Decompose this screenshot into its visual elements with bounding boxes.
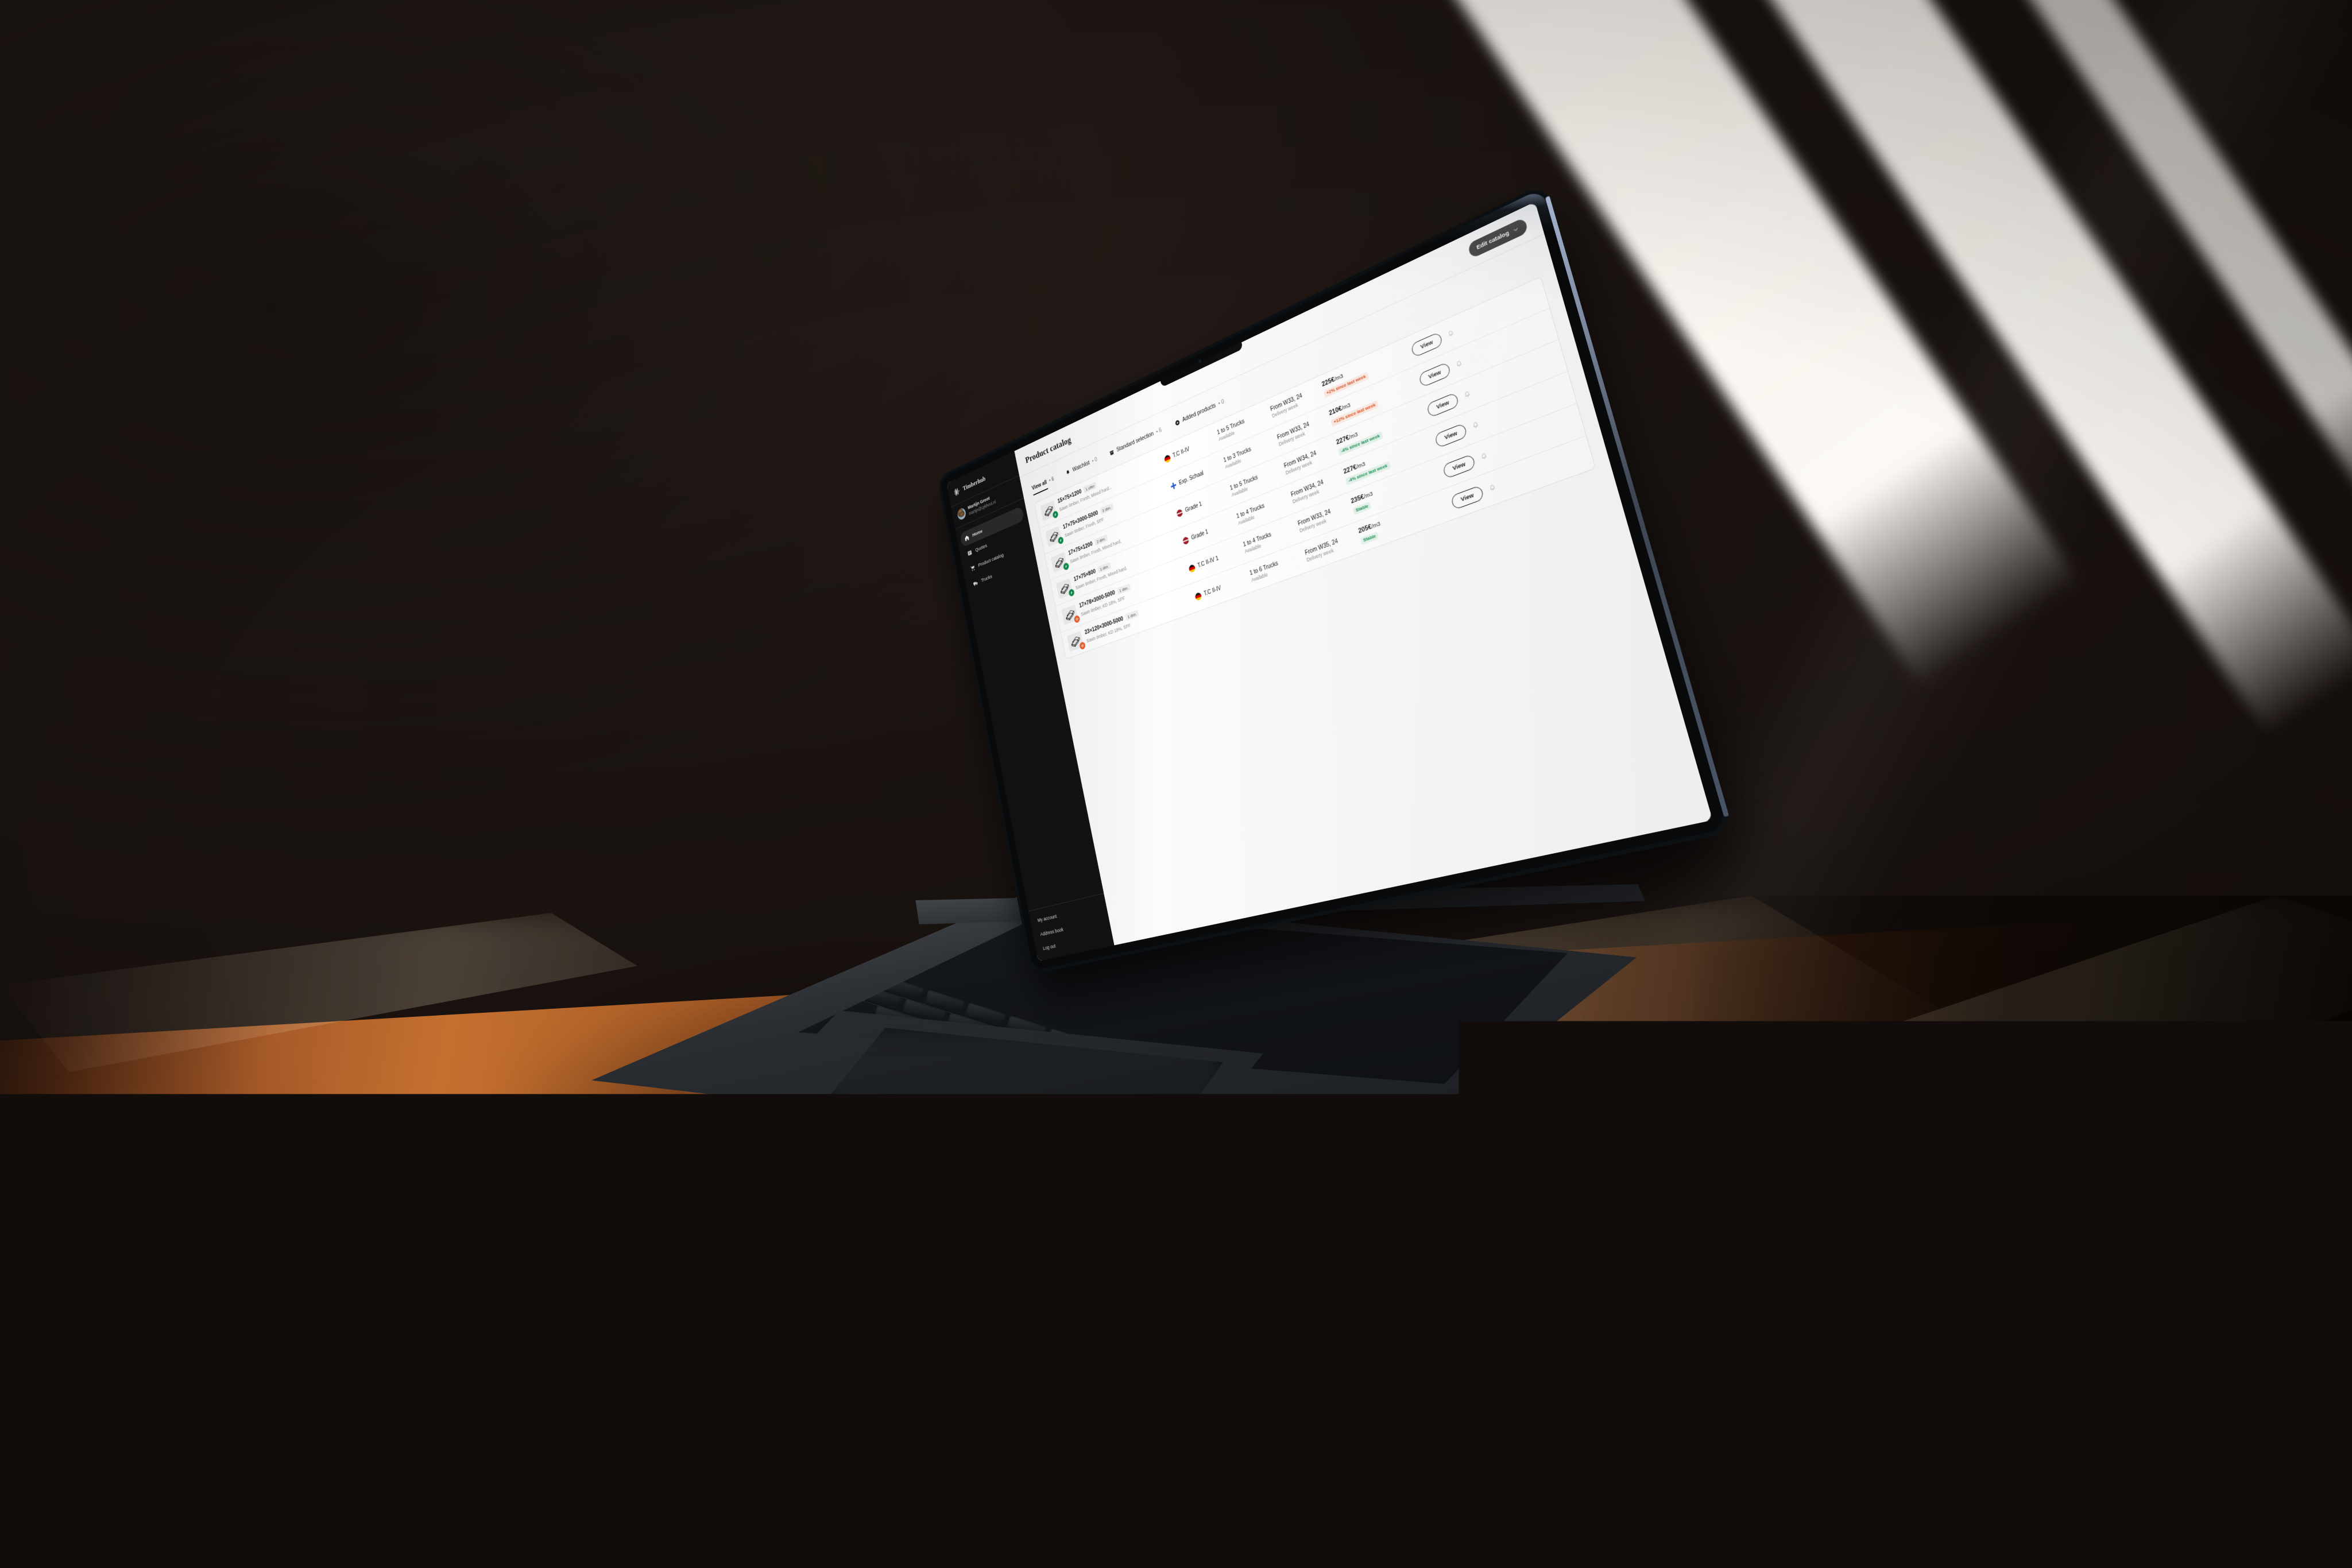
timber-stack-icon — [1056, 578, 1073, 599]
grade-label: T.C II-IV — [1173, 446, 1190, 459]
watchlist-bell-button[interactable] — [1446, 328, 1455, 339]
tab-count: 6 — [1158, 427, 1162, 434]
price-trend-badge: Stable — [1352, 501, 1371, 515]
flag-lv-icon — [1182, 536, 1190, 545]
view-button[interactable]: View — [1434, 423, 1468, 448]
product-variant-pill: 3 dim. — [1100, 503, 1113, 514]
grade-label: Grade 1 — [1185, 501, 1202, 513]
tab-view-all[interactable]: View all • 6 — [1031, 476, 1055, 495]
plus-circle-icon — [1174, 419, 1181, 427]
box-icon — [1109, 449, 1115, 456]
flag-eu-plus-icon — [1170, 481, 1177, 490]
timber-stack-icon — [1067, 631, 1084, 652]
sidebar-item-label: Home — [972, 528, 983, 538]
view-button[interactable]: View — [1450, 485, 1484, 510]
truck-icon — [973, 579, 978, 587]
fsc-leaf-badge-icon — [1058, 536, 1064, 545]
laptop: Timberhub Martijn Groot martijn@cpkhout.… — [0, 0, 2352, 1568]
tab-label: Added products — [1182, 402, 1216, 423]
app-main: Product catalog Edit catalog View all • … — [1014, 202, 1712, 945]
grade-label: T.C II-IV — [1204, 584, 1222, 597]
fsc-leaf-badge-icon — [1063, 562, 1069, 571]
tab-count: 0 — [1094, 456, 1098, 463]
chevron-down-icon — [1512, 226, 1519, 234]
price-trend-badge: Stable — [1360, 531, 1379, 544]
sidebar-item-label: Trucks — [981, 574, 992, 583]
watchlist-bell-button[interactable] — [1480, 451, 1489, 462]
laptop-lid: Timberhub Martijn Groot martijn@cpkhout.… — [939, 188, 1727, 970]
flag-de-icon — [1194, 591, 1202, 601]
home-icon — [964, 534, 970, 543]
watchlist-bell-button[interactable] — [1454, 359, 1463, 369]
photo-scene: Timberhub Martijn Groot martijn@cpkhout.… — [0, 0, 2352, 1568]
watchlist-bell-button[interactable] — [1471, 420, 1480, 431]
timberhub-burst-logo-icon — [953, 486, 961, 498]
view-button[interactable]: View — [1418, 361, 1451, 387]
tab-count: 6 — [1051, 476, 1055, 482]
watchlist-bell-button[interactable] — [1463, 390, 1472, 400]
view-button[interactable]: View — [1442, 454, 1476, 479]
view-button[interactable]: View — [1426, 392, 1460, 417]
view-button[interactable]: View — [1410, 331, 1443, 358]
timber-stack-icon — [1051, 552, 1067, 572]
brand-name: Timberhub — [962, 475, 986, 493]
timber-stack-icon — [1046, 526, 1062, 547]
tab-label: Standard selection — [1116, 431, 1154, 453]
sidebar-link-log-out[interactable]: Log out — [1042, 932, 1105, 951]
timber-stack-icon — [1040, 500, 1057, 521]
watchlist-bell-button[interactable] — [1488, 483, 1497, 493]
key[interactable] — [1354, 1172, 1406, 1202]
grade-label: Grade 1 — [1191, 529, 1209, 541]
grade-label: T.C II-IV 1 — [1197, 555, 1219, 569]
tab-label: Watchlist — [1072, 460, 1090, 473]
fsc-leaf-badge-icon — [1052, 510, 1058, 519]
product-variant-pill: 1 dim. — [1117, 583, 1131, 595]
bell-icon — [1065, 469, 1071, 476]
tab-label: View all — [1031, 479, 1047, 491]
timber-stack-icon — [1061, 605, 1078, 625]
flag-lv-icon — [1176, 508, 1183, 517]
grade-label: Exp. Schaal — [1178, 470, 1204, 486]
screen-viewport: Timberhub Martijn Groot martijn@cpkhout.… — [946, 202, 1713, 961]
avatar — [957, 507, 966, 521]
kiln-dried-sun-badge-icon — [1079, 641, 1086, 650]
kiln-dried-sun-badge-icon — [1074, 615, 1081, 624]
product-variant-pill: 1 dim. — [1125, 610, 1139, 621]
laptop-lid-wrapper: Timberhub Martijn Groot martijn@cpkhout.… — [887, 342, 1634, 901]
quotes-icon — [967, 549, 973, 557]
key[interactable] — [1342, 1184, 1407, 1218]
fsc-leaf-badge-icon — [1068, 589, 1075, 597]
edit-catalog-label: Edit catalog — [1476, 230, 1510, 251]
tab-count: 0 — [1221, 398, 1225, 405]
flag-de-icon — [1188, 563, 1196, 572]
sidebar-item-label: Quotes — [975, 543, 988, 553]
cart-icon — [970, 564, 976, 572]
flag-de-icon — [1164, 454, 1171, 463]
key[interactable] — [1278, 1164, 1343, 1198]
